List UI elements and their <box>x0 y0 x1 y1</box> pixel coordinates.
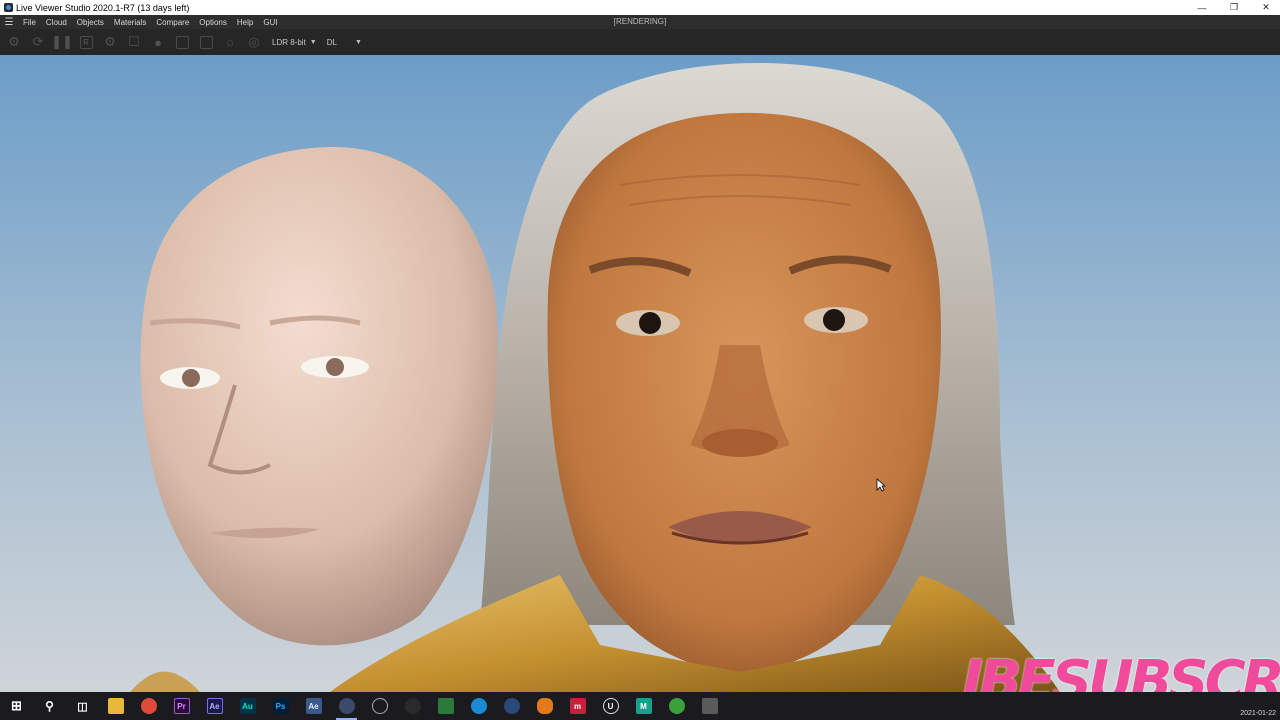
taskbar: ⊞ ⚲ ◫ Pr Ae Au Ps Ae m U M 2021-01-22 <box>0 692 1280 720</box>
camera-icon[interactable] <box>196 32 216 52</box>
chevron-down-icon: ▼ <box>354 38 362 46</box>
toolbar: ⚙ ⟳ ❚❚ R ⚙ ☐ ● ○ ◎ LDR 8-bit ▼ DL ▼ <box>0 29 1280 55</box>
render-mode-select[interactable]: DL ▼ <box>323 33 366 51</box>
subscribe-overlay-text: IBESUBSCR <box>962 653 1280 692</box>
task-view-icon: ◫ <box>77 700 88 713</box>
menu-gui[interactable]: GUI <box>258 18 282 27</box>
cinema4d-icon <box>338 698 355 714</box>
start-button[interactable]: ⊞ <box>0 692 33 720</box>
file-explorer-icon <box>107 698 124 714</box>
color-depth-select[interactable]: LDR 8-bit ▼ <box>268 33 321 51</box>
settings-icon[interactable]: ⚙ <box>100 32 120 52</box>
taskbar-steam[interactable] <box>495 692 528 720</box>
taskbar-cinema4d[interactable] <box>330 692 363 720</box>
lock-icon[interactable]: ☐ <box>124 32 144 52</box>
taskbar-green-circle[interactable] <box>660 692 693 720</box>
system-tray[interactable]: 2021-01-22 <box>1240 692 1276 720</box>
maya-icon: M <box>635 698 652 714</box>
audition-icon: Au <box>239 698 256 714</box>
photoshop-icon: Ps <box>272 698 289 714</box>
mouse-cursor-icon <box>876 478 886 492</box>
taskbar-file-explorer[interactable] <box>99 692 132 720</box>
window-title: Live Viewer Studio 2020.1-R7 (13 days le… <box>16 2 190 13</box>
task-view-button[interactable]: ◫ <box>66 692 99 720</box>
search-icon: ⚲ <box>45 699 54 713</box>
app-icon-ae2: Ae <box>305 698 322 714</box>
taskbar-premiere[interactable]: Pr <box>165 692 198 720</box>
sphere-icon[interactable]: ● <box>148 32 168 52</box>
window-icon <box>701 698 718 714</box>
app-logo-icon <box>4 3 13 12</box>
render-image <box>0 55 1280 692</box>
windows-start-icon: ⊞ <box>11 698 22 713</box>
close-icon[interactable]: ✕ <box>1250 0 1280 15</box>
chevron-down-icon: ▼ <box>309 38 317 46</box>
search-button[interactable]: ⚲ <box>33 692 66 720</box>
taskbar-window[interactable] <box>693 692 726 720</box>
steam-icon <box>503 698 520 714</box>
menu-file[interactable]: File <box>18 18 41 27</box>
refresh-icon[interactable]: ⟳ <box>28 32 48 52</box>
app-dark-icon <box>404 698 421 714</box>
hamburger-menu-icon[interactable]: ☰ <box>0 15 18 29</box>
taskbar-after-effects[interactable]: Ae <box>198 692 231 720</box>
green-app-icon <box>437 698 454 714</box>
taskbar-dark-app[interactable] <box>396 692 429 720</box>
taskbar-red-app[interactable]: m <box>561 692 594 720</box>
menu-compare[interactable]: Compare <box>151 18 194 27</box>
minimize-icon[interactable]: — <box>1186 0 1218 15</box>
render-viewport[interactable]: IBESUBSCR <box>0 55 1280 692</box>
pause-icon[interactable]: ❚❚ <box>51 32 73 52</box>
color-depth-value: LDR 8-bit <box>272 37 306 47</box>
edge-icon <box>470 698 487 714</box>
taskbar-edge[interactable] <box>462 692 495 720</box>
taskbar-maya[interactable]: M <box>627 692 660 720</box>
taskbar-unreal[interactable]: U <box>594 692 627 720</box>
title-bar: Live Viewer Studio 2020.1-R7 (13 days le… <box>0 0 1280 15</box>
gear-icon[interactable]: ⚙ <box>4 32 24 52</box>
menu-cloud[interactable]: Cloud <box>41 18 72 27</box>
taskbar-green-app[interactable] <box>429 692 462 720</box>
premiere-icon: Pr <box>173 698 190 714</box>
green-circle-icon <box>668 698 685 714</box>
render-mode-value: DL <box>326 37 337 47</box>
vlc-icon <box>536 698 553 714</box>
menu-bar: ☰ File Cloud Objects Materials Compare O… <box>0 15 1280 29</box>
blender-icon <box>371 698 388 714</box>
pin-icon[interactable]: ○ <box>220 32 240 52</box>
red-app-icon: m <box>569 698 586 714</box>
region-render-label: R <box>79 35 93 49</box>
export-icon[interactable] <box>172 32 192 52</box>
taskbar-ae2[interactable]: Ae <box>297 692 330 720</box>
after-effects-icon: Ae <box>206 698 223 714</box>
chrome-icon <box>140 698 157 714</box>
restore-icon[interactable]: ❐ <box>1218 0 1250 15</box>
taskbar-blender[interactable] <box>363 692 396 720</box>
menu-options[interactable]: Options <box>194 18 232 27</box>
unreal-icon: U <box>602 698 619 714</box>
target-icon[interactable]: ◎ <box>244 32 264 52</box>
taskbar-chrome[interactable] <box>132 692 165 720</box>
menu-materials[interactable]: Materials <box>109 18 151 27</box>
menu-objects[interactable]: Objects <box>72 18 109 27</box>
region-render-icon[interactable]: R <box>76 32 96 52</box>
menu-help[interactable]: Help <box>232 18 258 27</box>
taskbar-photoshop[interactable]: Ps <box>264 692 297 720</box>
taskbar-vlc[interactable] <box>528 692 561 720</box>
date-display: 2021-01-22 <box>1240 710 1276 717</box>
taskbar-audition[interactable]: Au <box>231 692 264 720</box>
